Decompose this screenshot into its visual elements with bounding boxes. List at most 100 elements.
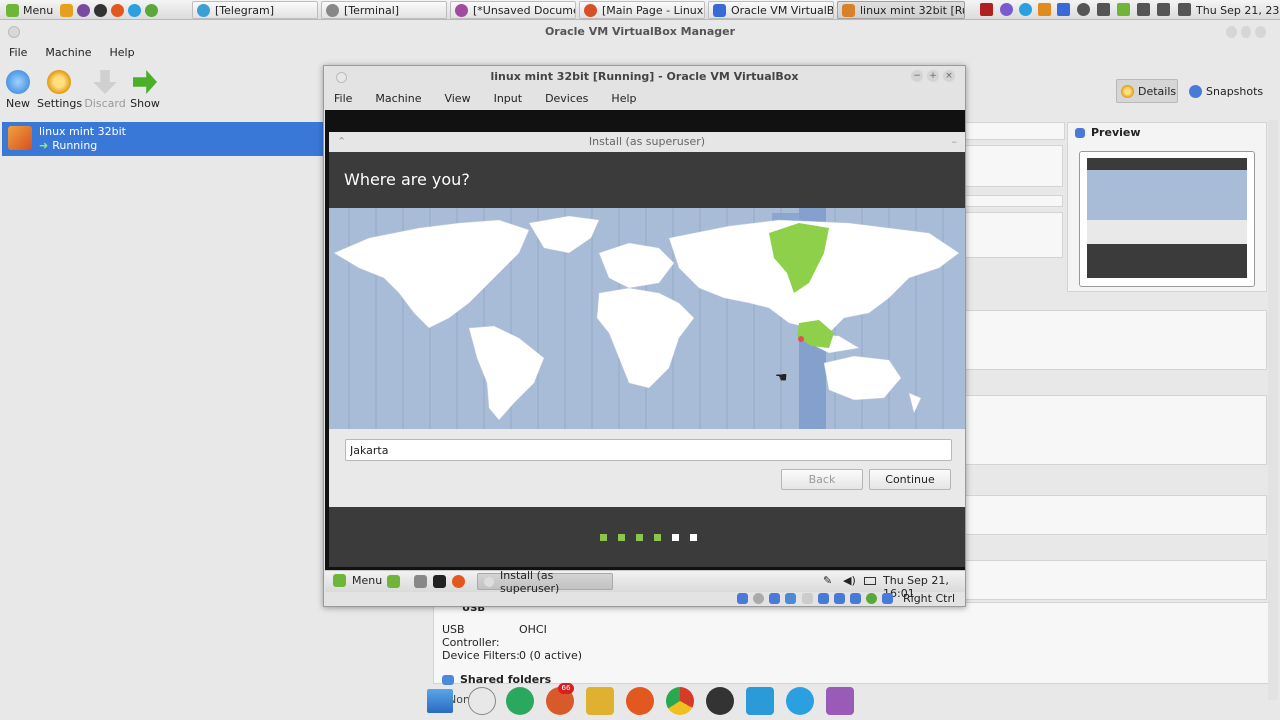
taskbar-text-editor[interactable]: [*Unsaved Docume... [450, 1, 576, 19]
status-display-icon[interactable] [834, 593, 845, 604]
clock[interactable]: Thu Sep 21, 23:01 [1196, 2, 1280, 18]
new-button[interactable]: New [0, 70, 40, 110]
thumb-screen [1087, 158, 1247, 278]
vm-menu-devices[interactable]: Devices [545, 90, 597, 108]
vm-menu-help[interactable]: Help [611, 90, 645, 108]
vlc-tray-icon[interactable] [1038, 3, 1051, 16]
status-hdd-icon[interactable] [737, 593, 748, 604]
back-button[interactable]: Back [781, 469, 863, 490]
window-menu-icon[interactable] [8, 26, 20, 38]
guest-battery-icon[interactable] [864, 577, 876, 585]
taskbar-terminal[interactable]: [Terminal] [321, 1, 447, 19]
bluetooth-icon[interactable] [1097, 3, 1110, 16]
vm-menu-view[interactable]: View [444, 90, 479, 108]
vm-list-item[interactable]: linux mint 32bit ➜ Running [2, 122, 324, 156]
nvidia-icon[interactable] [1117, 3, 1130, 16]
status-usb-icon[interactable] [802, 593, 813, 604]
status-recording-icon[interactable] [850, 593, 861, 604]
snapshots-button[interactable]: Snapshots [1187, 79, 1267, 103]
menu-help[interactable]: Help [100, 44, 143, 62]
terminal-icon [326, 3, 339, 17]
status-network-icon[interactable] [785, 593, 796, 604]
taskbar-browser[interactable]: [Main Page - Linux ... [579, 1, 705, 19]
menu-machine[interactable]: Machine [36, 44, 100, 62]
update-launcher-icon[interactable] [145, 3, 158, 17]
details-button[interactable]: Details [1116, 79, 1178, 103]
telegram-tray-icon[interactable] [1019, 3, 1032, 16]
download-tray-icon[interactable] [1057, 3, 1070, 16]
app-tray-icon[interactable] [1000, 3, 1013, 16]
dock-app-icon[interactable] [746, 687, 774, 715]
status-mouse-icon[interactable] [882, 593, 893, 604]
vm-menu-input[interactable]: Input [494, 90, 531, 108]
dock-files-icon[interactable] [427, 689, 453, 713]
continue-button[interactable]: Continue [869, 469, 951, 490]
installer-menu-icon[interactable]: ⌃ [337, 132, 346, 152]
virtualbox-vm-icon [842, 3, 855, 17]
close-icon[interactable] [1255, 26, 1267, 38]
dock: 66 [425, 683, 865, 720]
wifi-icon[interactable] [1077, 3, 1090, 16]
vm-display[interactable]: Install (as superuser) ⌃ – Where are you… [325, 110, 965, 575]
guest-menu-button[interactable]: Menu [333, 574, 382, 587]
firefox-launcher-icon[interactable] [111, 3, 124, 17]
vm-maximize-icon[interactable]: + [927, 70, 939, 82]
menu-file[interactable]: File [0, 44, 36, 62]
discard-button[interactable]: Discard [83, 70, 127, 110]
battery-icon[interactable] [1178, 3, 1191, 16]
manager-scrollbar[interactable] [1268, 120, 1278, 700]
vm-minimize-icon[interactable]: − [911, 70, 923, 82]
mint-logo-icon [6, 3, 19, 17]
guest-volume-icon[interactable]: ◀) [843, 574, 856, 587]
guest-network-icon[interactable]: ✎ [823, 574, 832, 587]
vm-menu-machine[interactable]: Machine [375, 90, 430, 108]
dock-clock-icon[interactable] [468, 687, 496, 715]
timezone-map[interactable]: ☚ [329, 208, 965, 429]
dock-terminal-icon[interactable] [706, 687, 734, 715]
vm-menubar: File Machine View Input Devices Help [334, 90, 660, 108]
guest-task-installer[interactable]: Install (as superuser) [477, 569, 613, 595]
guest-terminal-icon[interactable] [433, 575, 446, 588]
network-icon[interactable] [1137, 3, 1150, 16]
status-vtx-icon[interactable] [866, 593, 877, 604]
status-shared-folders-icon[interactable] [818, 593, 829, 604]
gear-icon [47, 70, 71, 94]
minimize-icon[interactable] [1226, 26, 1237, 38]
volume-icon[interactable] [1157, 3, 1170, 16]
installer-minimize-icon[interactable]: – [952, 132, 958, 152]
mail-badge: 66 [558, 683, 574, 694]
storage-section [965, 310, 1267, 370]
status-optical-icon[interactable] [753, 593, 764, 604]
guest-show-desktop-icon[interactable] [387, 575, 400, 588]
new-zealand [908, 392, 922, 414]
app-launcher-icon[interactable] [77, 3, 90, 17]
dock-editor-icon[interactable] [826, 687, 854, 715]
vm-menu-file[interactable]: File [334, 90, 361, 108]
status-audio-icon[interactable] [769, 593, 780, 604]
dock-folder-icon[interactable] [586, 687, 614, 715]
files-launcher-icon[interactable] [60, 3, 73, 17]
dock-telegram-icon[interactable] [786, 687, 814, 715]
terminal-launcher-icon[interactable] [94, 3, 107, 17]
recorder-icon[interactable] [980, 3, 993, 16]
vm-close-icon[interactable]: × [943, 70, 955, 82]
taskbar-telegram[interactable]: [Telegram] [192, 1, 318, 19]
settings-button[interactable]: Settings [37, 70, 82, 110]
mint-menu-button[interactable]: Menu [6, 2, 53, 18]
guest-files-icon[interactable] [414, 575, 427, 588]
manager-window-controls [1226, 26, 1267, 38]
vm-state: ➜ Running [39, 139, 98, 152]
guest-firefox-icon[interactable] [452, 575, 465, 588]
dock-system-monitor-icon[interactable] [506, 687, 534, 715]
telegram-launcher-icon[interactable] [128, 3, 141, 17]
maximize-icon[interactable] [1240, 26, 1252, 38]
show-button[interactable]: Show [123, 70, 167, 110]
progress-step-3 [636, 534, 643, 541]
quick-launchers [60, 2, 158, 18]
vm-window-menu-icon[interactable] [336, 72, 347, 83]
dock-firefox-icon[interactable] [626, 687, 654, 715]
timezone-input[interactable] [345, 439, 952, 461]
dock-chrome-icon[interactable] [666, 687, 694, 715]
taskbar-vbox-manager[interactable]: Oracle VM VirtualBo... [708, 1, 834, 19]
taskbar-vm-window[interactable]: linux mint 32bit [Run... [837, 1, 965, 19]
